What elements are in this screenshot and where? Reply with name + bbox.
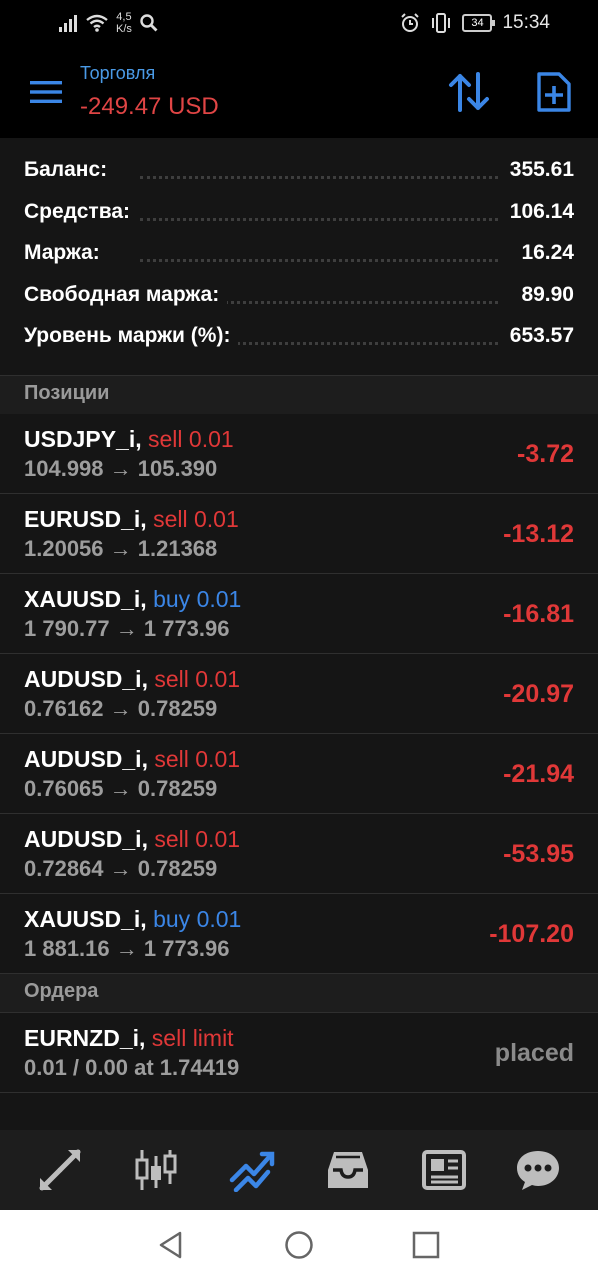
position-prices: 1.20056 → 1.21368 bbox=[24, 536, 218, 561]
search-icon bbox=[140, 14, 158, 32]
position-profit: -20.97 bbox=[503, 680, 574, 708]
order-symbol: EURNZD_i, bbox=[24, 1025, 146, 1051]
order-type: sell limit bbox=[151, 1025, 234, 1051]
history-inbox-icon[interactable] bbox=[324, 1148, 372, 1192]
order-details: 0.01 / 0.00 at 1.74419 bbox=[24, 1055, 240, 1080]
position-profit: -21.94 bbox=[503, 760, 574, 788]
dotted-leader bbox=[140, 259, 498, 262]
network-speed: 4,5 K/s bbox=[116, 11, 132, 35]
page-title: Торговля bbox=[80, 63, 156, 83]
position-symbol: AUDUSD_i, bbox=[24, 826, 148, 852]
bottom-navigation bbox=[0, 1130, 598, 1210]
position-prices: 1 790.77 → 1 773.96 bbox=[24, 616, 230, 641]
positions-section-header: Позиции bbox=[0, 375, 598, 415]
position-prices: 1 881.16 → 1 773.96 bbox=[24, 936, 230, 961]
back-icon[interactable] bbox=[156, 1230, 186, 1260]
position-row[interactable]: USDJPY_i, sell 0.01 104.998 → 105.390 -3… bbox=[0, 414, 598, 494]
position-row[interactable]: EURUSD_i, sell 0.01 1.20056 → 1.21368 -1… bbox=[0, 494, 598, 574]
alarm-icon bbox=[401, 13, 420, 32]
position-row[interactable]: AUDUSD_i, sell 0.01 0.76162 → 0.78259 -2… bbox=[0, 654, 598, 734]
sort-arrows-icon[interactable] bbox=[448, 72, 490, 112]
status-bar: 4,5 K/s 34 15:34 bbox=[0, 0, 598, 46]
position-symbol: EURUSD_i, bbox=[24, 506, 147, 532]
position-type: sell 0.01 bbox=[154, 826, 241, 852]
position-profit: -3.72 bbox=[517, 440, 574, 468]
summary-value: 106.14 bbox=[501, 199, 574, 224]
home-icon[interactable] bbox=[284, 1230, 314, 1260]
positions-list: USDJPY_i, sell 0.01 104.998 → 105.390 -3… bbox=[0, 414, 598, 974]
position-type: buy 0.01 bbox=[153, 586, 242, 612]
position-row[interactable]: AUDUSD_i, sell 0.01 0.72864 → 0.78259 -5… bbox=[0, 814, 598, 894]
summary-value: 653.57 bbox=[501, 324, 574, 348]
section-title: Ордера bbox=[24, 980, 99, 1002]
dotted-leader bbox=[140, 217, 498, 221]
orders-section-header: Ордера bbox=[0, 973, 598, 1013]
new-order-icon[interactable] bbox=[536, 71, 572, 113]
position-symbol: XAUUSD_i, bbox=[24, 906, 147, 932]
trade-icon[interactable] bbox=[228, 1148, 276, 1192]
summary-value: 355.61 bbox=[501, 158, 574, 182]
speed-value: 4,5 bbox=[116, 11, 132, 23]
app-bar: Торговля -249.47 USD bbox=[0, 46, 598, 138]
position-profit: -107.20 bbox=[489, 920, 574, 948]
quotes-icon[interactable] bbox=[36, 1148, 84, 1192]
summary-row-balance: Баланс: 355.61 bbox=[0, 150, 598, 192]
hamburger-icon[interactable] bbox=[30, 80, 62, 104]
signal-icon bbox=[59, 15, 77, 32]
position-symbol: USDJPY_i, bbox=[24, 426, 142, 452]
clock: 15:34 bbox=[502, 12, 550, 33]
order-status: placed bbox=[494, 1039, 574, 1067]
speed-unit: K/s bbox=[116, 23, 132, 35]
position-prices: 0.76162 → 0.78259 bbox=[24, 696, 218, 721]
summary-value: 16.24 bbox=[513, 241, 574, 265]
position-prices: 0.72864 → 0.78259 bbox=[24, 856, 218, 881]
summary-label: Средства: bbox=[24, 199, 138, 224]
position-symbol: AUDUSD_i, bbox=[24, 666, 148, 692]
total-profit: -249.47 USD bbox=[80, 93, 219, 120]
vibrate-icon bbox=[432, 13, 451, 33]
position-row[interactable]: XAUUSD_i, buy 0.01 1 790.77 → 1 773.96 -… bbox=[0, 574, 598, 654]
position-profit: -13.12 bbox=[503, 520, 574, 548]
position-row[interactable]: XAUUSD_i, buy 0.01 1 881.16 → 1 773.96 -… bbox=[0, 894, 598, 974]
battery-icon: 34 bbox=[462, 14, 496, 32]
news-icon[interactable] bbox=[420, 1148, 468, 1192]
position-profit: -16.81 bbox=[503, 600, 574, 628]
position-prices: 104.998 → 105.390 bbox=[24, 456, 218, 481]
dotted-leader bbox=[140, 176, 498, 179]
position-type: sell 0.01 bbox=[154, 746, 241, 772]
position-type: sell 0.01 bbox=[148, 426, 234, 452]
position-row[interactable]: AUDUSD_i, sell 0.01 0.76065 → 0.78259 -2… bbox=[0, 734, 598, 814]
summary-row-margin-level: Уровень маржи (%): 653.57 bbox=[0, 316, 598, 358]
position-type: buy 0.01 bbox=[153, 906, 242, 932]
summary-label: Баланс: bbox=[24, 158, 116, 182]
summary-label: Свободная маржа: bbox=[24, 282, 228, 307]
wifi-icon bbox=[86, 14, 108, 32]
summary-value: 89.90 bbox=[513, 282, 574, 307]
system-navigation-bar bbox=[0, 1210, 598, 1280]
position-symbol: AUDUSD_i, bbox=[24, 746, 148, 772]
position-profit: -53.95 bbox=[503, 840, 574, 868]
summary-row-equity: Средства: 106.14 bbox=[0, 192, 598, 234]
position-prices: 0.76065 → 0.78259 bbox=[24, 776, 218, 801]
account-summary: Баланс: 355.61 Средства: 106.14 Маржа: 1… bbox=[0, 150, 598, 358]
chat-icon[interactable] bbox=[514, 1148, 562, 1192]
summary-label: Уровень маржи (%): bbox=[24, 324, 239, 348]
section-title: Позиции bbox=[24, 382, 110, 404]
chart-candles-icon[interactable] bbox=[132, 1148, 180, 1192]
summary-row-free-margin: Свободная маржа: 89.90 bbox=[0, 275, 598, 317]
position-type: sell 0.01 bbox=[153, 506, 239, 532]
position-type: sell 0.01 bbox=[154, 666, 241, 692]
summary-label: Маржа: bbox=[24, 241, 108, 265]
orders-list: EURNZD_i, sell limit 0.01 / 0.00 at 1.74… bbox=[0, 1013, 598, 1093]
recents-icon[interactable] bbox=[411, 1230, 441, 1260]
position-symbol: XAUUSD_i, bbox=[24, 586, 147, 612]
order-row[interactable]: EURNZD_i, sell limit 0.01 / 0.00 at 1.74… bbox=[0, 1013, 598, 1093]
summary-row-margin: Маржа: 16.24 bbox=[0, 233, 598, 275]
